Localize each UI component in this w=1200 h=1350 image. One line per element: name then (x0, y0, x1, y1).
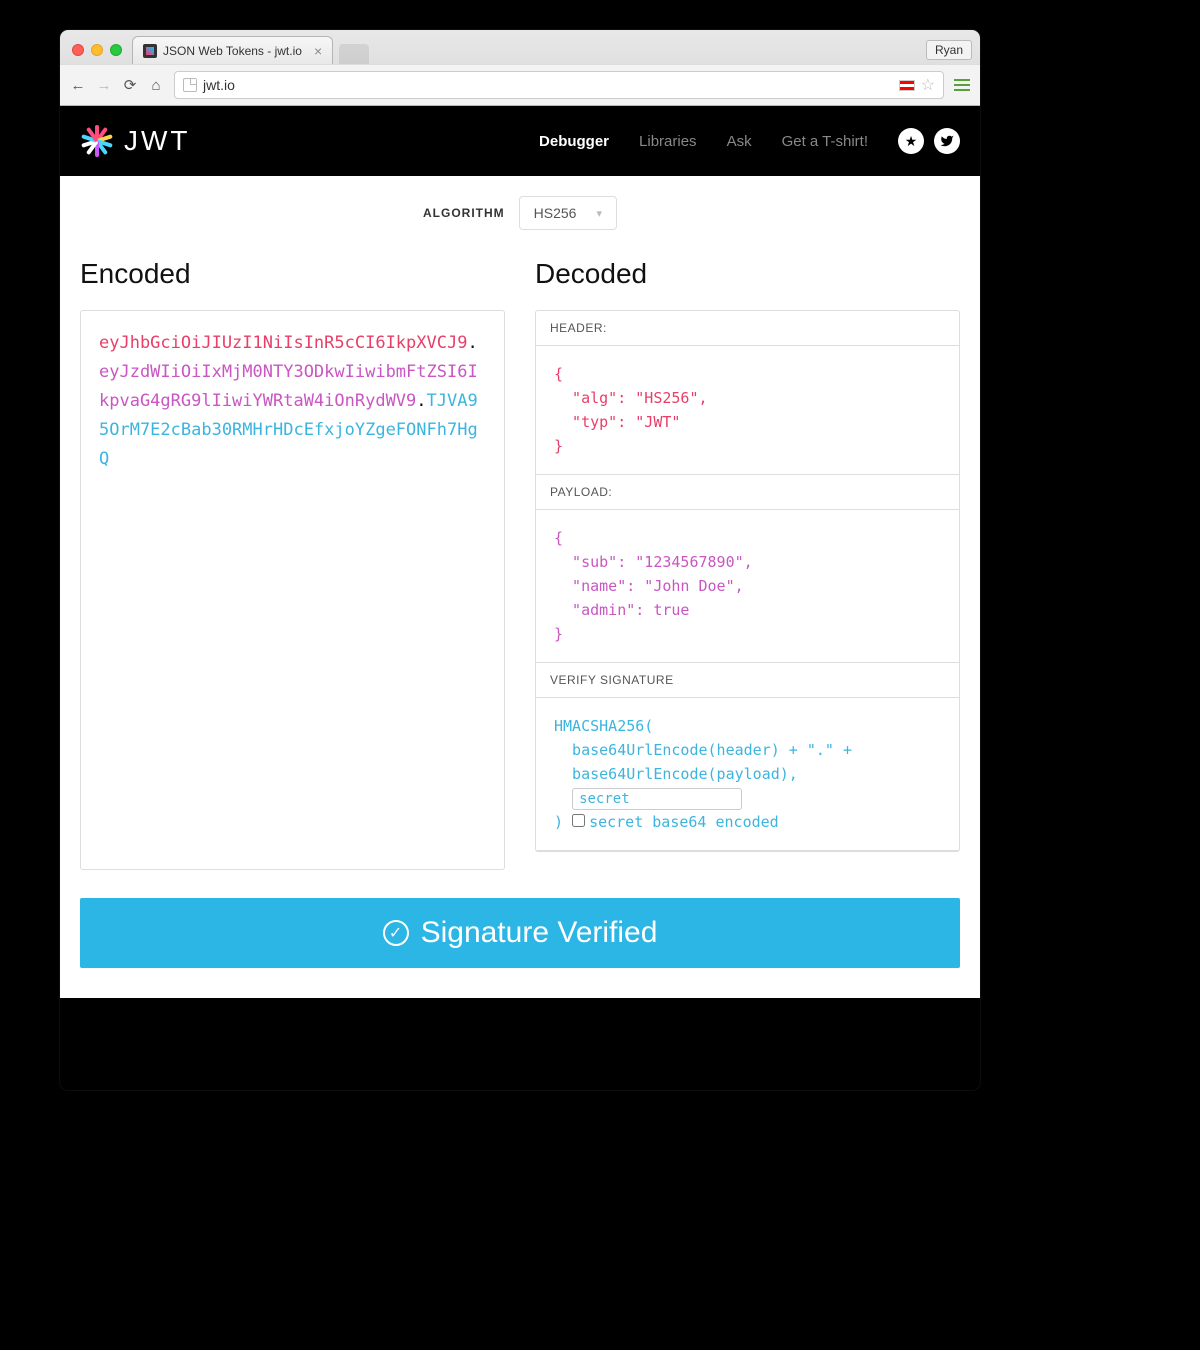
browser-tab[interactable]: JSON Web Tokens - jwt.io × (132, 36, 333, 64)
forward-button[interactable]: → (96, 77, 112, 93)
nav-links: Debugger Libraries Ask Get a T-shirt! (539, 133, 868, 150)
star-social-icon[interactable]: ★ (898, 128, 924, 154)
decoded-heading: Decoded (535, 258, 960, 290)
reload-button[interactable]: ⟳ (122, 77, 138, 93)
nav-debugger[interactable]: Debugger (539, 133, 609, 150)
sig-line-3: base64UrlEncode(payload), (554, 765, 798, 783)
decoded-box: HEADER: { "alg": "HS256", "typ": "JWT" }… (535, 310, 960, 852)
jwt-logo[interactable]: JWT (80, 124, 191, 158)
algorithm-select[interactable]: HS256 ▾ (519, 196, 617, 230)
nav-libraries[interactable]: Libraries (639, 133, 697, 150)
profile-badge[interactable]: Ryan (926, 40, 972, 60)
decoded-payload-body[interactable]: { "sub": "1234567890", "name": "John Doe… (536, 510, 959, 663)
nav-tshirt[interactable]: Get a T-shirt! (782, 133, 868, 150)
jwt-burst-icon (80, 124, 114, 158)
window-maximize-button[interactable] (110, 44, 122, 56)
encoded-token-area[interactable]: eyJhbGciOiJIUzI1NiIsInR5cCI6IkpXVCJ9.eyJ… (80, 310, 505, 870)
tab-title: JSON Web Tokens - jwt.io (163, 44, 302, 58)
encoded-heading: Encoded (80, 258, 505, 290)
brand-text: JWT (124, 125, 191, 157)
sig-close: ) (554, 813, 572, 831)
tab-close-button[interactable]: × (314, 43, 322, 59)
new-tab-button[interactable] (339, 44, 369, 64)
signature-body: HMACSHA256( base64UrlEncode(header) + ".… (536, 698, 959, 851)
url-bar[interactable]: jwt.io ☆ (174, 71, 944, 99)
sig-line-2: base64UrlEncode(header) + "." + (554, 741, 852, 759)
decoded-header-body[interactable]: { "alg": "HS256", "typ": "JWT" } (536, 346, 959, 475)
back-button[interactable]: ← (70, 77, 86, 93)
favicon-icon (143, 44, 157, 58)
translate-icon[interactable] (899, 80, 915, 91)
url-text: jwt.io (203, 77, 235, 93)
menu-button[interactable] (954, 79, 970, 91)
secret-input[interactable] (572, 788, 742, 810)
decoded-payload-title: PAYLOAD: (536, 475, 959, 510)
twitter-icon[interactable] (934, 128, 960, 154)
secret-base64-checkbox[interactable] (572, 814, 585, 827)
page-icon (183, 78, 197, 92)
encoded-header: eyJhbGciOiJIUzI1NiIsInR5cCI6IkpXVCJ9 (99, 333, 467, 353)
algorithm-label: ALGORITHM (423, 206, 505, 220)
secret-base64-label: secret base64 encoded (589, 813, 779, 831)
decoded-header-title: HEADER: (536, 311, 959, 346)
chevron-down-icon: ▾ (596, 207, 602, 220)
window-close-button[interactable] (72, 44, 84, 56)
algorithm-value: HS256 (534, 205, 577, 221)
bookmark-icon[interactable]: ☆ (921, 75, 935, 95)
window-minimize-button[interactable] (91, 44, 103, 56)
nav-ask[interactable]: Ask (727, 133, 752, 150)
verify-signature-title: VERIFY SIGNATURE (536, 663, 959, 698)
signature-verified-banner: ✓ Signature Verified (80, 898, 960, 968)
check-circle-icon: ✓ (383, 920, 409, 946)
sig-line-1: HMACSHA256( (554, 717, 653, 735)
banner-text: Signature Verified (421, 916, 658, 950)
home-button[interactable]: ⌂ (148, 77, 164, 93)
